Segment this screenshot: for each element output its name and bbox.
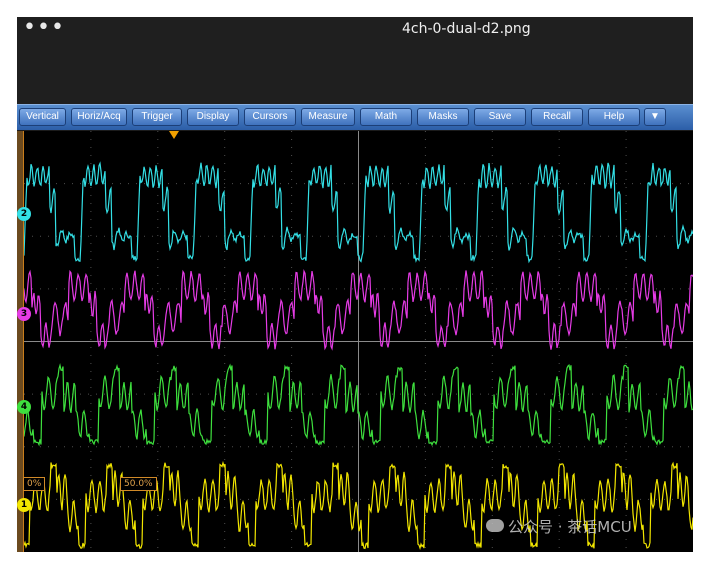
menu-dropdown-button[interactable]: ▼ [644,108,666,126]
channel-3-marker[interactable]: 3 [17,307,31,321]
menu-recall[interactable]: Recall [531,108,583,126]
menu-vertical[interactable]: Vertical [19,108,66,126]
watermark-text: 公众号 · 茶话MCU [508,518,632,536]
wechat-icon [486,519,504,532]
menu-display[interactable]: Display [187,108,239,126]
menu-masks[interactable]: Masks [417,108,469,126]
channel-1-marker[interactable]: 1 [17,498,31,512]
window-title: 4ch-0-dual-d2.png [402,21,531,37]
channel-4-marker[interactable]: 4 [17,400,31,414]
app-window: ••• 4ch-0-dual-d2.png Vertical Horiz/Acq… [17,17,693,552]
menu-trigger[interactable]: Trigger [132,108,182,126]
menu-cursors[interactable]: Cursors [244,108,296,126]
watermark: 公众号 · 茶话MCU [486,516,632,537]
menu-horiz-acq[interactable]: Horiz/Acq [71,108,127,126]
menu-save[interactable]: Save [474,108,526,126]
menu-help[interactable]: Help [588,108,640,126]
title-bar: ••• 4ch-0-dual-d2.png [17,17,693,104]
channel-2-marker[interactable]: 2 [17,207,31,221]
window-menu-dots[interactable]: ••• [23,17,65,39]
reference-level-left[interactable]: 0% [23,477,46,491]
reference-level-right[interactable]: 50.0% [120,477,157,491]
menu-math[interactable]: Math [360,108,412,126]
menu-measure[interactable]: Measure [301,108,355,126]
trigger-position-marker[interactable] [169,131,179,139]
scope-menu-bar: Vertical Horiz/Acq Trigger Display Curso… [17,104,693,130]
